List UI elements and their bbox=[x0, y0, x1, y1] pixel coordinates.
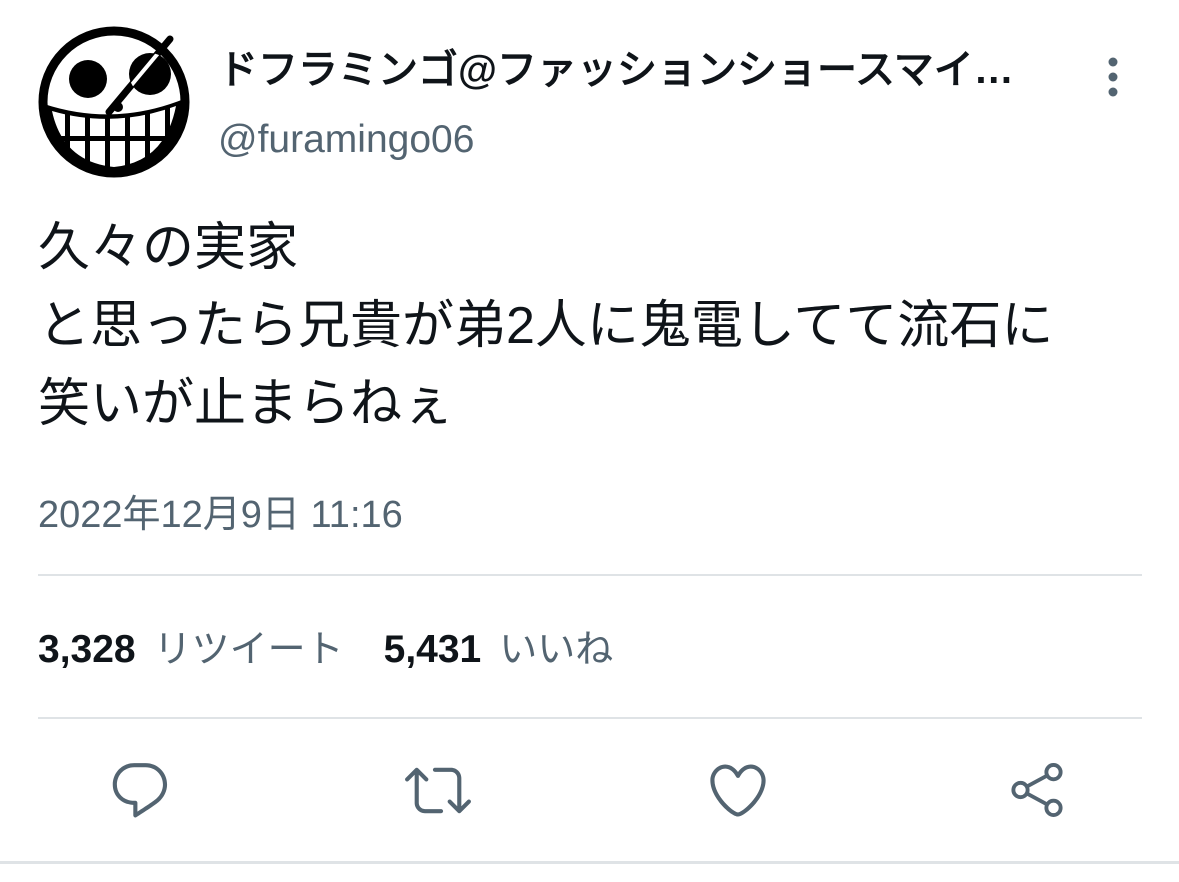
reply-button[interactable] bbox=[102, 752, 178, 828]
likes-stat-link[interactable]: 5,431 いいね bbox=[384, 627, 614, 673]
tweet-text-line: 久々の実家 bbox=[38, 219, 299, 277]
share-icon bbox=[1011, 763, 1063, 817]
more-options-button[interactable] bbox=[1093, 50, 1133, 104]
author-avatar[interactable] bbox=[38, 26, 190, 178]
tweet-text-line: 笑いが止まらねぇ bbox=[38, 375, 455, 433]
like-button[interactable] bbox=[700, 752, 776, 828]
tweet-text: 久々の実家 と思ったら兄貴が弟2人に鬼電してて流石に 笑いが止まらねぇ bbox=[38, 209, 1148, 443]
author-display-name[interactable]: ドフラミンゴ@ファッションショースマイ… bbox=[218, 48, 1014, 92]
likes-label: いいね bbox=[499, 629, 614, 671]
reply-icon bbox=[112, 763, 168, 818]
share-button[interactable] bbox=[999, 752, 1075, 828]
tweet-timestamp[interactable]: 2022年12月9日 11:16 bbox=[38, 492, 403, 538]
divider bbox=[38, 717, 1142, 719]
retweet-icon bbox=[405, 767, 471, 814]
divider bbox=[38, 574, 1142, 576]
heart-icon bbox=[710, 764, 766, 817]
more-vertical-icon bbox=[1108, 57, 1118, 97]
tweet-text-line: と思ったら兄貴が弟2人に鬼電してて流石に bbox=[38, 297, 1054, 355]
retweets-count: 3,328 bbox=[38, 628, 136, 671]
engagement-stats: 3,328 リツイート 5,431 いいね bbox=[38, 627, 653, 673]
retweets-stat-link[interactable]: 3,328 リツイート bbox=[38, 627, 344, 673]
author-handle[interactable]: @furamingo06 bbox=[218, 118, 474, 162]
retweet-button[interactable] bbox=[400, 752, 476, 828]
retweets-label: リツイート bbox=[153, 629, 344, 671]
tweet-detail-view: ドフラミンゴ@ファッションショースマイ… @furamingo06 久々の実家 … bbox=[0, 0, 1179, 882]
likes-count: 5,431 bbox=[383, 628, 482, 671]
grinning-skull-avatar-icon bbox=[38, 26, 190, 178]
divider bbox=[0, 861, 1179, 864]
